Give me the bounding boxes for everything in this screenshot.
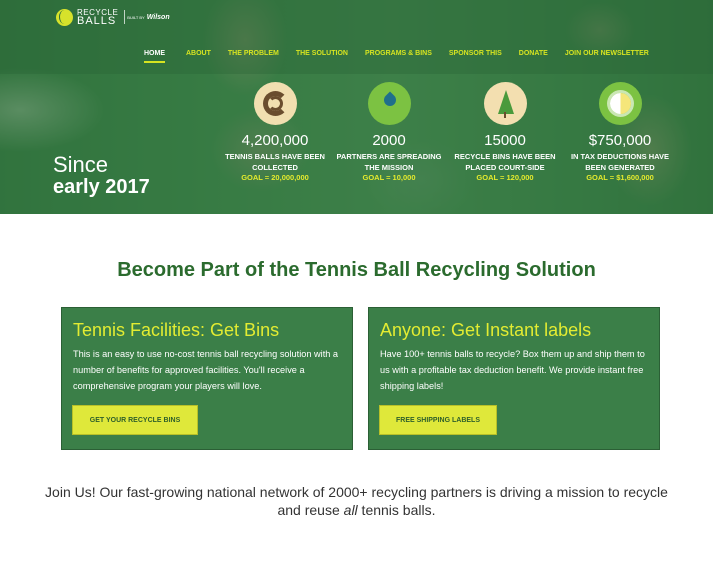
stat-number: $750,000 xyxy=(588,132,652,149)
tennis-ball-icon xyxy=(56,8,73,26)
stat-description: IN TAX DEDUCTIONS HAVE BEEN GENERATED xyxy=(570,152,670,172)
recycle-icon xyxy=(253,82,297,125)
stat-partners: 2000 PARTNERS ARE SPREADING THE MISSION … xyxy=(331,82,447,183)
stat-description: RECYCLE BINS HAVE BEEN PLACED COURT-SIDE xyxy=(454,152,556,172)
join-text-emphasis: all xyxy=(343,502,358,518)
stat-number: 15000 xyxy=(484,132,526,149)
join-us-text: Join Us! Our fast-growing national netwo… xyxy=(40,483,673,519)
nav-about[interactable]: ABOUT xyxy=(186,50,211,63)
logo-text-line2: BALLS xyxy=(77,15,117,27)
partner-logo: Wilson xyxy=(146,13,170,21)
nav-sponsor-this[interactable]: SPONSOR THIS xyxy=(449,50,502,63)
free-shipping-labels-button[interactable]: FREE SHIPPING LABELS xyxy=(379,405,497,435)
card-title: Tennis Facilities: Get Bins xyxy=(73,320,280,340)
stat-goal: GOAL = $1,600,000 xyxy=(586,173,654,182)
since-line1: Since xyxy=(53,152,109,177)
nav-join-newsletter[interactable]: JOIN OUR NEWSLETTER xyxy=(565,50,649,63)
logo-divider xyxy=(124,10,126,24)
sun-icon xyxy=(598,82,642,125)
stat-recycle-bins: 15000 RECYCLE BINS HAVE BEEN PLACED COUR… xyxy=(447,82,563,183)
card-body: Have 100+ tennis balls to recycle? Box t… xyxy=(380,349,645,391)
card-anyone-labels: Anyone: Get Instant labels Have 100+ ten… xyxy=(368,307,660,450)
nav-donate[interactable]: DONATE xyxy=(519,50,548,63)
main-nav: HOME ABOUT THE PROBLEM THE SOLUTION PROG… xyxy=(144,50,649,63)
since-line2: early 2017 xyxy=(53,176,150,198)
stat-description: PARTNERS ARE SPREADING THE MISSION xyxy=(336,152,442,172)
get-recycle-bins-button[interactable]: GET YOUR RECYCLE BINS xyxy=(72,405,198,435)
section-headline: Become Part of the Tennis Ball Recycling… xyxy=(117,259,596,281)
stat-number: 4,200,000 xyxy=(241,132,309,149)
nav-programs-bins[interactable]: PROGRAMS & BINS xyxy=(365,50,432,63)
since-text: Since early 2017 xyxy=(53,152,150,199)
join-text-end: tennis balls. xyxy=(357,502,436,518)
stat-number: 2000 xyxy=(372,132,406,149)
nav-home[interactable]: HOME xyxy=(144,50,165,63)
nav-the-problem[interactable]: THE PROBLEM xyxy=(228,50,279,63)
hero-banner: RECYCLE BALLS BUILT BY Wilson HOME ABOUT… xyxy=(0,0,713,214)
nav-the-solution[interactable]: THE SOLUTION xyxy=(296,50,348,63)
tree-icon xyxy=(483,82,527,125)
card-body: This is an easy to use no-cost tennis ba… xyxy=(73,349,339,391)
logo-by-text: BUILT BY xyxy=(127,14,145,20)
stat-description: TENNIS BALLS HAVE BEEN COLLECTED xyxy=(225,152,325,172)
stat-tennis-balls: 4,200,000 TENNIS BALLS HAVE BEEN COLLECT… xyxy=(217,82,333,183)
stat-tax-deductions: $750,000 IN TAX DEDUCTIONS HAVE BEEN GEN… xyxy=(562,82,678,183)
card-title: Anyone: Get Instant labels xyxy=(380,320,592,340)
card-tennis-facilities: Tennis Facilities: Get Bins This is an e… xyxy=(61,307,353,450)
water-drop-icon xyxy=(367,82,411,125)
stat-goal: GOAL = 120,000 xyxy=(476,173,534,182)
stat-goal: GOAL = 10,000 xyxy=(362,173,416,182)
stat-goal: GOAL = 20,000,000 xyxy=(241,173,309,182)
site-logo[interactable]: RECYCLE BALLS BUILT BY Wilson xyxy=(56,8,170,27)
